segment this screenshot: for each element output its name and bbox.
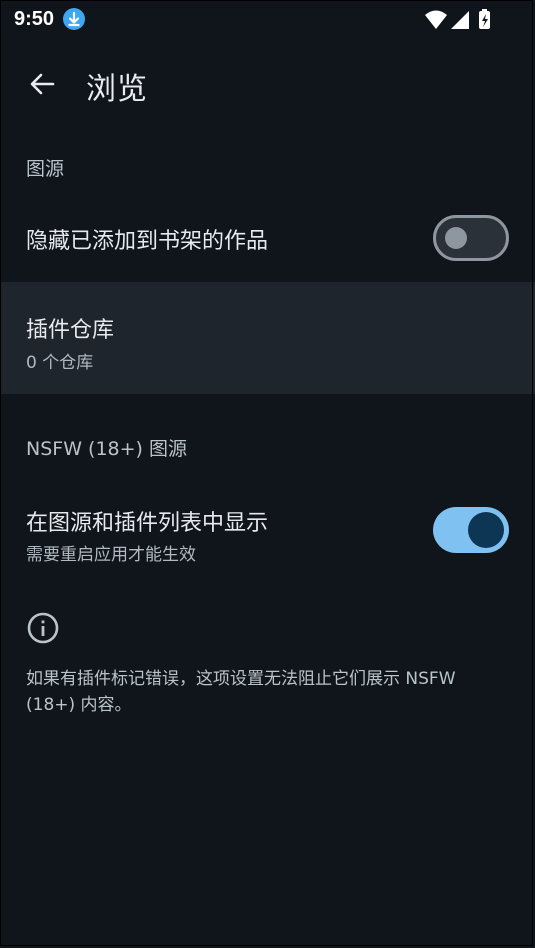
- hide-in-library-switch[interactable]: [433, 215, 509, 261]
- hide-in-library-label: 隐藏已添加到书架的作品: [26, 229, 269, 254]
- show-nsfw-row[interactable]: 在图源和插件列表中显示 需要重启应用才能生效: [0, 482, 535, 578]
- back-button[interactable]: [22, 64, 62, 104]
- status-icons: [425, 9, 495, 31]
- status-bar: 9:50: [0, 0, 535, 40]
- extension-repos-label: 插件仓库: [26, 318, 115, 343]
- wifi-icon: [425, 10, 447, 29]
- signal-icon: [451, 11, 469, 29]
- extension-repos-row[interactable]: 插件仓库 0 个仓库: [0, 282, 535, 394]
- info-icon: [26, 611, 60, 645]
- show-nsfw-label: 在图源和插件列表中显示: [26, 511, 269, 536]
- battery-charging-icon: [479, 9, 490, 29]
- switch-knob: [468, 512, 504, 548]
- switch-knob: [445, 227, 467, 249]
- extension-repos-summary: 0 个仓库: [26, 353, 94, 373]
- nsfw-info-text: 如果有插件标记错误，这项设置无法阻止它们展示 NSFW (18+) 内容。: [26, 669, 456, 715]
- sources-section-header: 图源: [26, 158, 65, 180]
- app-bar: 浏览: [0, 46, 535, 122]
- status-time: 9:50: [14, 8, 55, 30]
- page-title: 浏览: [86, 72, 148, 107]
- arrow-back-icon: [30, 73, 55, 95]
- show-nsfw-summary: 需要重启应用才能生效: [26, 545, 196, 565]
- hide-in-library-row[interactable]: 隐藏已添加到书架的作品: [0, 192, 535, 282]
- device-frame: [0, 0, 533, 946]
- show-nsfw-switch[interactable]: [433, 507, 509, 553]
- download-icon: [63, 8, 85, 30]
- nsfw-section-header: NSFW (18+) 图源: [26, 438, 187, 460]
